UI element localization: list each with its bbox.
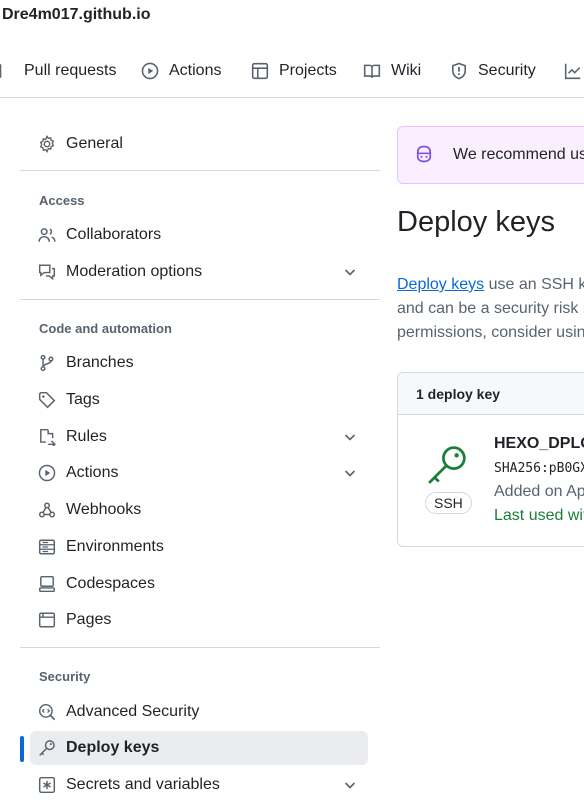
table-icon [251,62,269,80]
chevron-down-icon[interactable] [342,429,358,445]
divider [20,647,380,648]
tab-label: Pull requests [24,62,117,79]
key-icon [428,446,466,484]
key-icon [38,739,56,757]
play-icon [38,464,56,482]
repo-header: Dre4m017.github.io Pull requests Actions… [0,0,584,98]
sidebar-item-label: Moderation options [66,263,203,280]
section-heading-code-automation: Code and automation [39,321,172,336]
repo-name[interactable]: Dre4m017.github.io [2,6,150,24]
deploy-keys-link[interactable]: Deploy keys [397,276,484,293]
graph-icon [564,63,581,80]
sidebar-item-environments[interactable]: Environments [30,530,368,564]
repo-push-icon [38,428,56,446]
tab-security[interactable]: Security [450,57,536,85]
asterisk-icon [38,776,56,794]
key-title: HEXO_DPLOY [494,435,584,452]
gear-icon [38,135,56,153]
key-fingerprint: SHA256:pB0GX [494,461,584,476]
deploy-keys-list: 1 deploy key SSH HEXO_DPLOY SHA256:pB0GX… [397,372,584,547]
sidebar-item-moderation-options[interactable]: Moderation options [30,255,368,289]
desc-text: permissions, consider usin [397,324,584,341]
copilot-icon [416,145,432,163]
list-header: 1 deploy key [398,373,584,415]
divider [20,299,380,300]
sidebar-item-label: Environments [66,538,164,555]
pull-request-icon [0,64,2,78]
tab-wiki[interactable]: Wiki [363,57,421,85]
sidebar-item-label: Actions [66,464,119,481]
sidebar-item-pages[interactable]: Pages [30,603,368,637]
sidebar-item-advanced-security[interactable]: Advanced Security [30,695,368,729]
banner-text: We recommend us [453,146,584,163]
sidebar-item-deploy-keys[interactable]: Deploy keys [20,731,368,765]
section-heading-security: Security [39,669,91,684]
tab-label: Actions [169,62,222,79]
shield-icon [452,62,466,80]
sidebar-item-actions[interactable]: Actions [30,456,368,490]
tag-icon [38,391,56,409]
sidebar-item-general[interactable]: General [30,127,368,161]
server-icon [38,538,56,556]
active-indicator [20,736,24,762]
desc-text: and can be a security risk i [397,300,584,317]
key-added-date: Added on Ap [494,483,584,500]
tab-insights[interactable] [564,57,584,85]
recommendation-banner: We recommend us [397,126,584,184]
sidebar-item-label: Webhooks [66,501,142,518]
sidebar-item-collaborators[interactable]: Collaborators [30,218,368,252]
sidebar-item-codespaces[interactable]: Codespaces [30,567,368,601]
tab-projects[interactable]: Projects [251,57,337,85]
sidebar-item-secrets-variables[interactable]: Secrets and variables [30,768,368,802]
webhook-icon [38,501,56,519]
sidebar-item-label: Branches [66,354,134,371]
chevron-down-icon[interactable] [342,777,358,793]
sidebar-item-branches[interactable]: Branches [30,346,368,380]
sidebar-item-label: Tags [66,391,100,408]
sidebar-item-rules[interactable]: Rules [30,420,368,454]
play-icon [141,62,159,80]
codespaces-icon [38,575,56,593]
sidebar-item-label: General [66,135,123,152]
page-title: Deploy keys [397,206,555,238]
sidebar-item-label: Collaborators [66,226,162,243]
chevron-down-icon[interactable] [342,264,358,280]
comment-discussion-icon [38,263,56,281]
ssh-badge: SSH [425,492,472,514]
section-heading-access: Access [39,193,85,208]
sidebar-item-label: Rules [66,428,107,445]
sidebar-item-label: Deploy keys [66,739,160,756]
branch-icon [38,354,56,372]
page-description: Deploy keys use an SSH ke and can be a s… [397,273,584,345]
key-last-used: Last used wit [494,507,584,524]
sidebar-item-webhooks[interactable]: Webhooks [30,493,368,527]
sidebar-item-tags[interactable]: Tags [30,383,368,417]
divider [20,170,380,171]
people-icon [38,226,56,244]
browser-icon [38,611,56,629]
codescan-icon [38,703,56,721]
tab-label: Wiki [391,62,422,79]
sidebar-item-label: Codespaces [66,575,155,592]
tab-actions[interactable]: Actions [141,57,221,85]
sidebar-item-label: Secrets and variables [66,776,220,793]
tab-label: Security [478,62,536,79]
sidebar-item-label: Advanced Security [66,703,200,720]
book-icon [363,64,381,78]
desc-text: use an SSH ke [488,276,584,293]
key-count: 1 deploy key [416,386,501,402]
tab-label: Projects [279,62,337,79]
tab-pull-requests[interactable]: Pull requests [0,57,117,85]
sidebar-item-label: Pages [66,611,112,628]
chevron-down-icon[interactable] [342,465,358,481]
